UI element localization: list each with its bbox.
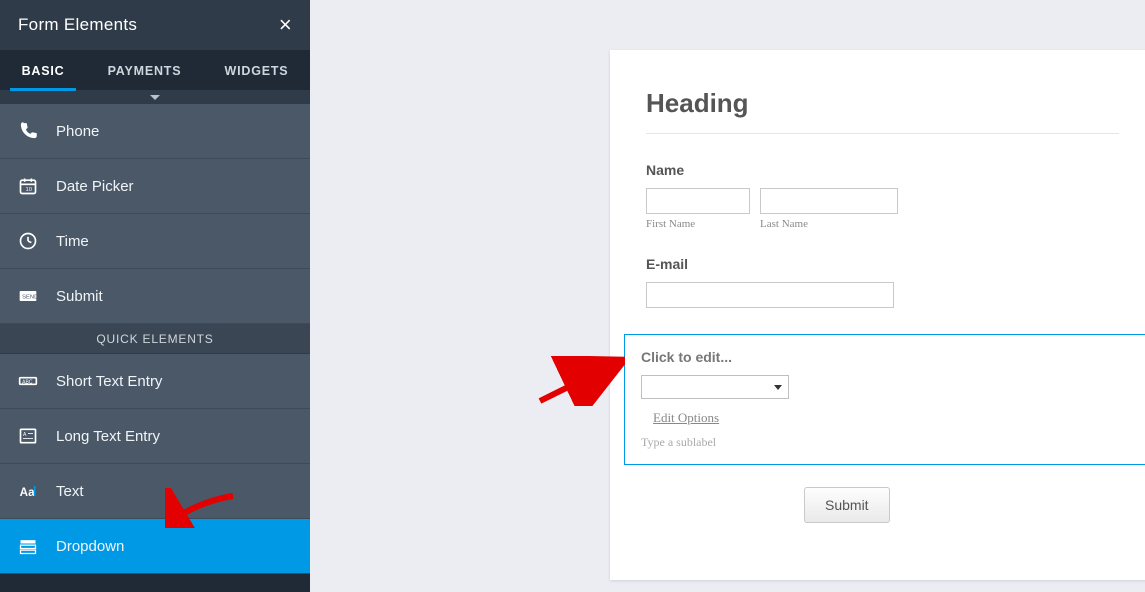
element-label: Short Text Entry (56, 373, 162, 390)
chevron-down-icon (774, 385, 782, 390)
first-name-input[interactable] (646, 188, 750, 214)
quick-elements-header: QUICK ELEMENTS (0, 324, 310, 354)
first-name-sublabel: First Name (646, 218, 750, 230)
element-short-text[interactable]: ABC Short Text Entry (0, 354, 310, 409)
name-label: Name (646, 162, 1119, 178)
element-label: Text (56, 483, 84, 500)
dropdown-label[interactable]: Click to edit... (641, 349, 1138, 365)
svg-text:ABC: ABC (22, 380, 33, 386)
dropdown-sublabel[interactable]: Type a sublabel (641, 435, 1138, 450)
short-text-icon: ABC (18, 371, 38, 391)
element-dropdown[interactable]: Dropdown (0, 519, 310, 574)
element-label: Submit (56, 288, 103, 305)
text-icon: Aa (18, 481, 38, 501)
sidebar-header: Form Elements × (0, 0, 310, 50)
submit-button[interactable]: Submit (804, 487, 890, 523)
element-label: Date Picker (56, 178, 134, 195)
svg-text:A: A (23, 432, 27, 438)
element-submit[interactable]: SEND Submit (0, 269, 310, 324)
element-text[interactable]: Aa Text (0, 464, 310, 519)
tab-widgets[interactable]: WIDGETS (203, 50, 310, 90)
form-card: Heading Name First Name Last Name E-mail (610, 50, 1145, 580)
sidebar-title: Form Elements (18, 15, 137, 35)
element-list: Phone 10 Date Picker Time SEND Submit (0, 104, 310, 574)
clock-icon (18, 231, 38, 251)
send-icon: SEND (18, 286, 38, 306)
tab-payments[interactable]: PAYMENTS (86, 50, 203, 90)
element-long-text[interactable]: A Long Text Entry (0, 409, 310, 464)
element-time[interactable]: Time (0, 214, 310, 269)
form-elements-panel: Form Elements × BASIC PAYMENTS WIDGETS P… (0, 0, 310, 592)
email-input[interactable] (646, 282, 894, 308)
sidebar-tabs: BASIC PAYMENTS WIDGETS (0, 50, 310, 90)
tab-basic[interactable]: BASIC (0, 50, 86, 90)
close-icon[interactable]: × (279, 14, 292, 36)
element-label: Long Text Entry (56, 428, 160, 445)
calendar-icon: 10 (18, 176, 38, 196)
last-name-sublabel: Last Name (760, 218, 898, 230)
svg-text:Aa: Aa (20, 486, 35, 499)
edit-options-link[interactable]: Edit Options (653, 410, 719, 425)
element-label: Time (56, 233, 89, 250)
name-field[interactable]: Name First Name Last Name (646, 162, 1119, 230)
form-canvas: Heading Name First Name Last Name E-mail (310, 0, 1145, 592)
element-phone[interactable]: Phone (0, 104, 310, 159)
svg-text:SEND: SEND (22, 295, 38, 301)
heading-divider (646, 133, 1119, 134)
element-label: Phone (56, 123, 99, 140)
dropdown-icon (18, 536, 38, 556)
dropdown-select[interactable] (641, 375, 789, 399)
element-date-picker[interactable]: 10 Date Picker (0, 159, 310, 214)
form-heading[interactable]: Heading (646, 88, 1119, 119)
email-field[interactable]: E-mail (646, 256, 1119, 308)
email-label: E-mail (646, 256, 1119, 272)
svg-text:10: 10 (26, 187, 33, 193)
phone-icon (18, 121, 38, 141)
collapse-row[interactable] (0, 90, 310, 104)
dropdown-field-selected[interactable]: Click to edit... Edit Options Type a sub… (624, 334, 1145, 465)
long-text-icon: A (18, 426, 38, 446)
last-name-input[interactable] (760, 188, 898, 214)
element-label: Dropdown (56, 538, 124, 555)
